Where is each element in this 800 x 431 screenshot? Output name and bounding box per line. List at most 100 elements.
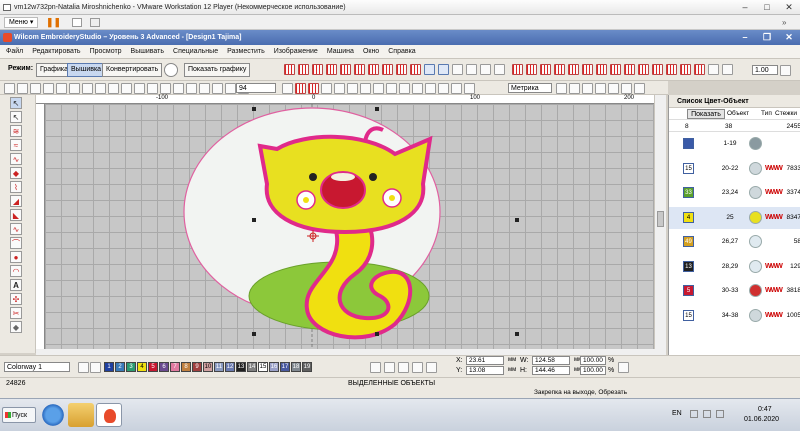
menu-machine[interactable]: Машина bbox=[327, 48, 354, 55]
new-file-icon[interactable] bbox=[4, 83, 15, 94]
tray-icon[interactable] bbox=[690, 410, 698, 418]
network-icon[interactable] bbox=[703, 410, 711, 418]
stitch-tool-icon[interactable]: ◣ bbox=[10, 209, 22, 221]
color-swatch[interactable]: 4 bbox=[137, 362, 147, 372]
effect-icon[interactable] bbox=[466, 64, 477, 75]
color-swatch[interactable]: 13 bbox=[236, 362, 246, 372]
stitch-tool-icon[interactable]: ◢ bbox=[10, 195, 22, 207]
show-graphics-button[interactable]: Показать графику bbox=[184, 63, 251, 77]
color-swatch[interactable]: 16 bbox=[269, 362, 279, 372]
menu-view[interactable]: Просмотр bbox=[90, 48, 122, 55]
stitch-type-icon[interactable] bbox=[312, 64, 323, 75]
y-field[interactable]: 13.08 bbox=[466, 366, 504, 375]
fill-type-icon[interactable] bbox=[554, 64, 565, 75]
view-icon[interactable] bbox=[425, 83, 436, 94]
preview-icon[interactable] bbox=[56, 83, 67, 94]
clock-date[interactable]: 01.06.2020 bbox=[744, 416, 779, 423]
col-stitches[interactable]: Стежки bbox=[775, 110, 797, 117]
width-percent-field[interactable]: 100.00 bbox=[580, 356, 606, 365]
height-field[interactable]: 144.46 bbox=[532, 366, 570, 375]
unlock-icon[interactable] bbox=[173, 83, 184, 94]
color-swatch[interactable]: 1 bbox=[104, 362, 114, 372]
minimize-icon[interactable]: – bbox=[734, 0, 756, 15]
color-swatch[interactable]: 14 bbox=[247, 362, 257, 372]
stitch-tool-icon[interactable]: ≈ bbox=[10, 139, 22, 151]
stitch-type-icon[interactable] bbox=[298, 64, 309, 75]
stitch-tool-icon[interactable]: ◆ bbox=[10, 167, 22, 179]
scroll-thumb[interactable] bbox=[657, 211, 664, 227]
grid-icon[interactable] bbox=[438, 64, 449, 75]
save-icon[interactable] bbox=[30, 83, 41, 94]
fill-type-icon[interactable] bbox=[540, 64, 551, 75]
menu-file[interactable]: Файл bbox=[6, 48, 23, 55]
triangle-icon[interactable] bbox=[494, 64, 505, 75]
settings-icon[interactable] bbox=[780, 65, 791, 76]
color-swatch[interactable]: 3 bbox=[126, 362, 136, 372]
stitch-tool-icon[interactable]: ≋ bbox=[10, 125, 22, 137]
view-icon[interactable] bbox=[347, 83, 358, 94]
view-icon[interactable] bbox=[308, 83, 319, 94]
color-object-row[interactable]: 49 26,27 58 bbox=[669, 231, 800, 253]
applique-tool-icon[interactable]: ✂ bbox=[10, 307, 22, 319]
zoom-factor-field[interactable]: 1.00 bbox=[752, 65, 778, 75]
width-field[interactable]: 124.58 bbox=[532, 356, 570, 365]
volume-icon[interactable] bbox=[716, 410, 724, 418]
select-arrow-icon[interactable]: ↖ bbox=[10, 97, 22, 109]
reshape-icon[interactable]: ↖ bbox=[10, 111, 22, 123]
stitch-type-icon[interactable] bbox=[354, 64, 365, 75]
color-swatch[interactable]: 11 bbox=[214, 362, 224, 372]
col-object[interactable]: Объект bbox=[727, 110, 749, 117]
lettering-tool-icon[interactable]: A bbox=[10, 279, 22, 291]
fill-type-icon[interactable] bbox=[582, 64, 593, 75]
x-field[interactable]: 23.61 bbox=[466, 356, 504, 365]
copy-icon[interactable] bbox=[82, 83, 93, 94]
view-icon[interactable] bbox=[360, 83, 371, 94]
color-swatch[interactable]: 7 bbox=[170, 362, 180, 372]
colorway-icon[interactable] bbox=[78, 362, 89, 373]
color-swatch[interactable]: 2 bbox=[115, 362, 125, 372]
vm-menu-button[interactable]: Меню ▾ bbox=[4, 17, 39, 28]
palette-tool-icon[interactable] bbox=[398, 362, 409, 373]
language-indicator[interactable]: EN bbox=[672, 410, 682, 417]
menu-edit[interactable]: Редактировать bbox=[32, 48, 80, 55]
lock-icon[interactable] bbox=[160, 83, 171, 94]
duplicate-icon[interactable] bbox=[121, 83, 132, 94]
palette-tool-icon[interactable] bbox=[370, 362, 381, 373]
print-icon[interactable] bbox=[43, 83, 54, 94]
embroidery-mode-button[interactable]: Вышивка bbox=[67, 63, 106, 77]
display-icon[interactable] bbox=[582, 83, 593, 94]
view-icon[interactable] bbox=[295, 83, 306, 94]
explorer-folder-icon[interactable] bbox=[68, 403, 94, 427]
fill-type-icon[interactable] bbox=[526, 64, 537, 75]
units-select[interactable]: Метрика bbox=[508, 83, 552, 93]
stitch-type-icon[interactable] bbox=[396, 64, 407, 75]
delete-icon[interactable] bbox=[108, 83, 119, 94]
stitch-type-icon[interactable] bbox=[382, 64, 393, 75]
vertical-scrollbar[interactable] bbox=[654, 95, 666, 349]
color-swatch[interactable]: 8 bbox=[181, 362, 191, 372]
wilcom-taskbar-icon[interactable] bbox=[96, 403, 122, 427]
clock-time[interactable]: 0:47 bbox=[758, 406, 772, 413]
menu-help[interactable]: Справка bbox=[388, 48, 415, 55]
fill-type-icon[interactable] bbox=[666, 64, 677, 75]
color-object-row[interactable]: 15 34-38 WWW 1005 bbox=[669, 305, 800, 327]
stitch-tool-icon[interactable]: ∿ bbox=[10, 153, 22, 165]
display-icon[interactable] bbox=[634, 83, 645, 94]
design-canvas[interactable] bbox=[45, 104, 654, 349]
fill-type-icon[interactable] bbox=[596, 64, 607, 75]
view-icon[interactable] bbox=[386, 83, 397, 94]
color-object-row[interactable]: 5 30-33 WWW 3818 bbox=[669, 280, 800, 302]
paste-icon[interactable] bbox=[95, 83, 106, 94]
effect-icon[interactable] bbox=[452, 64, 463, 75]
color-swatch[interactable]: 10 bbox=[203, 362, 213, 372]
color-object-row[interactable]: 13 28,29 WWW 129 bbox=[669, 256, 800, 278]
display-icon[interactable] bbox=[621, 83, 632, 94]
fill-type-icon[interactable] bbox=[652, 64, 663, 75]
stitch-type-icon[interactable] bbox=[284, 64, 295, 75]
color-object-row[interactable]: 4 25 WWW 8347 bbox=[669, 206, 800, 229]
arc-tool-icon[interactable]: ◠ bbox=[10, 265, 22, 277]
color-swatch[interactable]: 6 bbox=[159, 362, 169, 372]
menu-window[interactable]: Окно bbox=[363, 48, 379, 55]
fill-type-icon[interactable] bbox=[568, 64, 579, 75]
pause-icon[interactable]: ❚❚ ▾ bbox=[46, 17, 64, 37]
